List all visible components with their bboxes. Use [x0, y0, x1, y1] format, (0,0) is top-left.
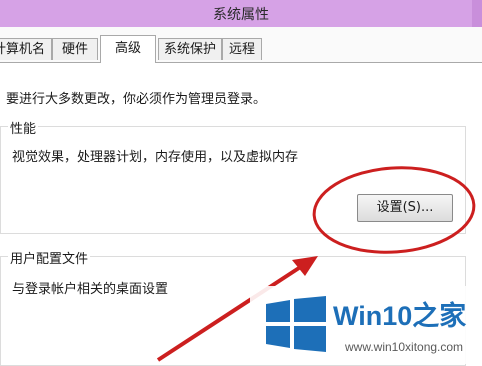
tab-advanced[interactable]: 高级 — [100, 35, 156, 63]
highlight-circle — [312, 166, 476, 254]
windows-logo-icon — [266, 296, 326, 352]
watermark-brand: Win10之家 — [333, 301, 467, 331]
watermark-site: www.win10xitong.com — [345, 340, 464, 354]
pointer-arrow-head — [292, 256, 318, 276]
